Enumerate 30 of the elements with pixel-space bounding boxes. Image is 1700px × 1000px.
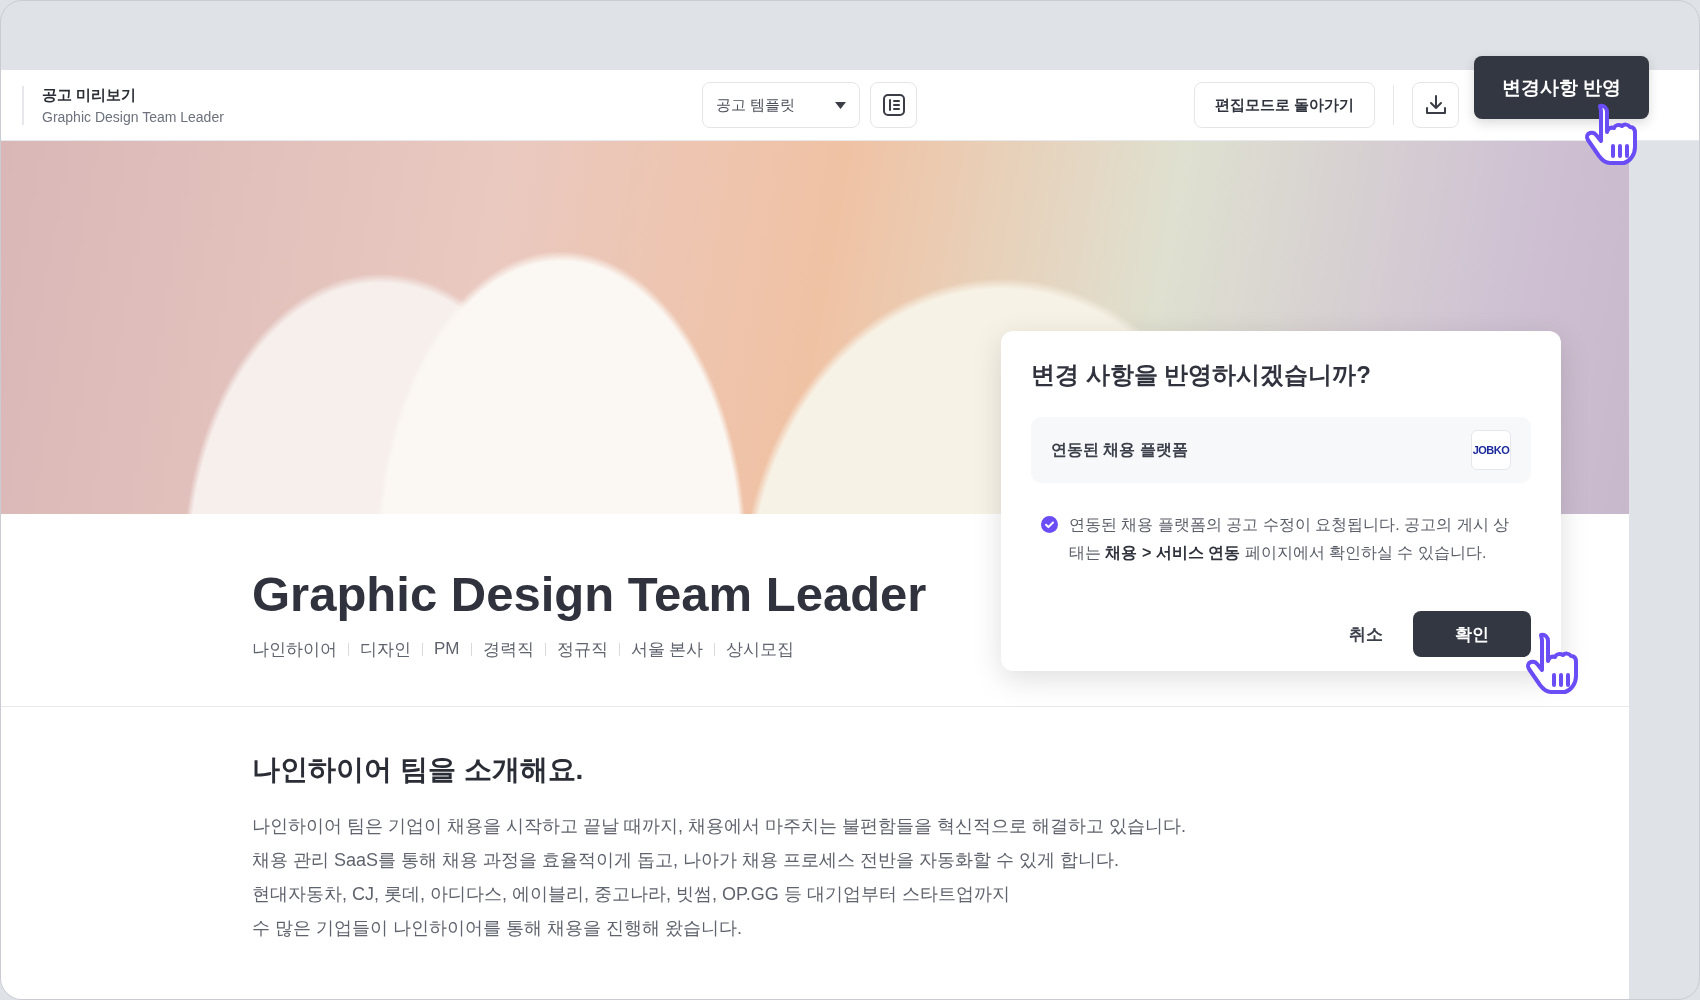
job-tag: 경력직 — [482, 637, 534, 661]
job-tag: 서울 본사 — [630, 637, 704, 661]
section-heading: 나인하이어 팀을 소개해요. — [252, 753, 585, 787]
job-tag: 디자인 — [360, 637, 411, 661]
notice-text: 연동된 채용 플랫폼의 공고 수정이 요청됩니다. 공고의 게시 상태는 채용 > 서비스 연동 페이지에서 확인하실 수 있습니다. — [1069, 515, 1510, 563]
page-title: 공고 미리보기 — [42, 85, 138, 105]
job-tag: PM — [434, 639, 460, 660]
check-circle-icon — [1041, 516, 1058, 533]
intro-text-line: 현대자동차, CJ, 롯데, 아디다스, 에이블리, 중고나라, 빗썸, OP.GG 등 대기업부터 스타트업까지 — [252, 883, 1011, 906]
list-layout-icon — [881, 93, 906, 117]
apply-changes-button[interactable]: 변경사항 반영 — [1474, 56, 1649, 119]
platform-label: 연동된 채용 플랫폼 — [1051, 439, 1188, 460]
dialog-title: 변경 사항을 반영하시겠습니까? — [1031, 360, 1372, 390]
page-subtitle: Graphic Design Team Leader — [42, 108, 225, 125]
job-tag: 나인하이어 — [252, 637, 337, 661]
back-to-edit-button[interactable]: 편집모드로 돌아가기 — [1193, 82, 1375, 128]
dropdown-caret-icon — [835, 101, 846, 109]
layout-toggle-button[interactable] — [870, 82, 917, 128]
platform-logo: JOBKO — [1471, 430, 1511, 470]
intro-text-line: 채용 관리 SaaS를 통해 채용 과정을 효율적이게 돕고, 나아가 채용 프로세스 전반을 자동화할 수 있게 합니다. — [252, 849, 1121, 872]
job-tag: 상시모집 — [726, 637, 795, 661]
download-button[interactable] — [1412, 82, 1459, 128]
confirm-button[interactable]: 확인 — [1413, 611, 1531, 657]
job-title: Graphic Design Team Leader — [252, 566, 928, 623]
cancel-button[interactable]: 취소 — [1331, 612, 1401, 656]
intro-text-line: 나인하이어 팀은 기업이 채용을 시작하고 끝날 때까지, 채용에서 마주치는 불편함들을 혁신적으로 해결하고 있습니다. — [252, 815, 1187, 838]
template-dropdown[interactable]: 공고 템플릿 — [702, 82, 860, 128]
intro-text-line: 수 많은 기업들이 나인하이어를 통해 채용을 진행해 왔습니다. — [252, 917, 743, 940]
job-tag: 정규직 — [556, 637, 608, 661]
download-icon — [1423, 93, 1448, 117]
